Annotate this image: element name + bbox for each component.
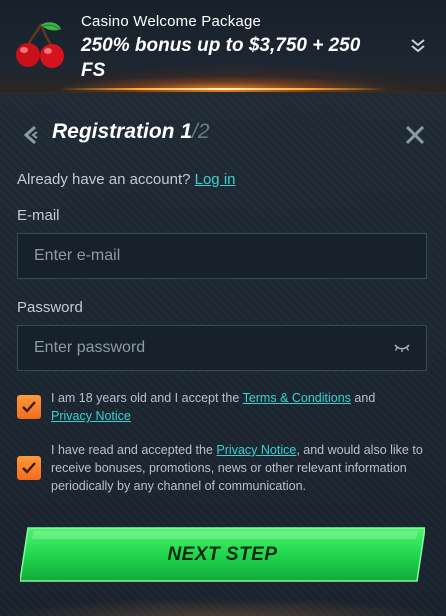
chevron-left-icon[interactable]: [20, 124, 42, 146]
terms-link[interactable]: Terms & Conditions: [243, 391, 351, 405]
age-consent-prefix: I am 18 years old and I accept the: [51, 391, 240, 405]
eye-closed-icon[interactable]: [393, 341, 411, 355]
promo-title: 250% bonus up to $3,750 + 250 FS: [81, 35, 361, 81]
next-step-button[interactable]: NEXT STEP: [20, 527, 425, 582]
marketing-consent-text: I have read and accepted the Privacy Not…: [51, 441, 431, 495]
close-icon[interactable]: [404, 124, 426, 146]
password-field[interactable]: [18, 326, 426, 370]
email-label: E-mail: [17, 207, 60, 224]
bottom-glow: [0, 586, 446, 616]
step-total: /2: [192, 120, 210, 143]
cherries-icon: [16, 22, 64, 68]
page-title: Registration 1/2: [52, 120, 210, 144]
login-prompt-text: Already have an account?: [17, 171, 191, 188]
registration-modal: Casino Welcome Package 250% bonus up to …: [0, 0, 446, 616]
checkmark-icon: [22, 401, 36, 413]
login-prompt: Already have an account? Log in: [17, 171, 236, 188]
next-step-label: NEXT STEP: [167, 544, 278, 565]
password-label: Password: [17, 299, 83, 316]
login-link[interactable]: Log in: [195, 171, 236, 188]
email-field-wrapper: [17, 233, 427, 279]
privacy-link-marketing[interactable]: Privacy Notice: [216, 443, 296, 457]
age-consent-checkbox[interactable]: [17, 395, 41, 419]
promo-subtitle: Casino Welcome Package: [81, 13, 262, 30]
checkmark-icon: [22, 462, 36, 474]
age-consent-and: and: [354, 391, 376, 405]
promo-banner[interactable]: Casino Welcome Package 250% bonus up to …: [0, 0, 446, 93]
marketing-consent-checkbox[interactable]: [17, 456, 41, 480]
email-field[interactable]: [18, 234, 426, 278]
marketing-consent-prefix: I have read and accepted the: [51, 443, 213, 457]
chevron-down-icon[interactable]: [408, 36, 428, 56]
promo-glow-line: [60, 88, 386, 90]
password-field-wrapper: [17, 325, 427, 371]
title-text: Registration: [52, 120, 175, 143]
step-current: 1: [180, 120, 193, 143]
privacy-link-age[interactable]: Privacy Notice: [51, 409, 131, 423]
age-consent-text: I am 18 years old and I accept the Terms…: [51, 389, 431, 425]
